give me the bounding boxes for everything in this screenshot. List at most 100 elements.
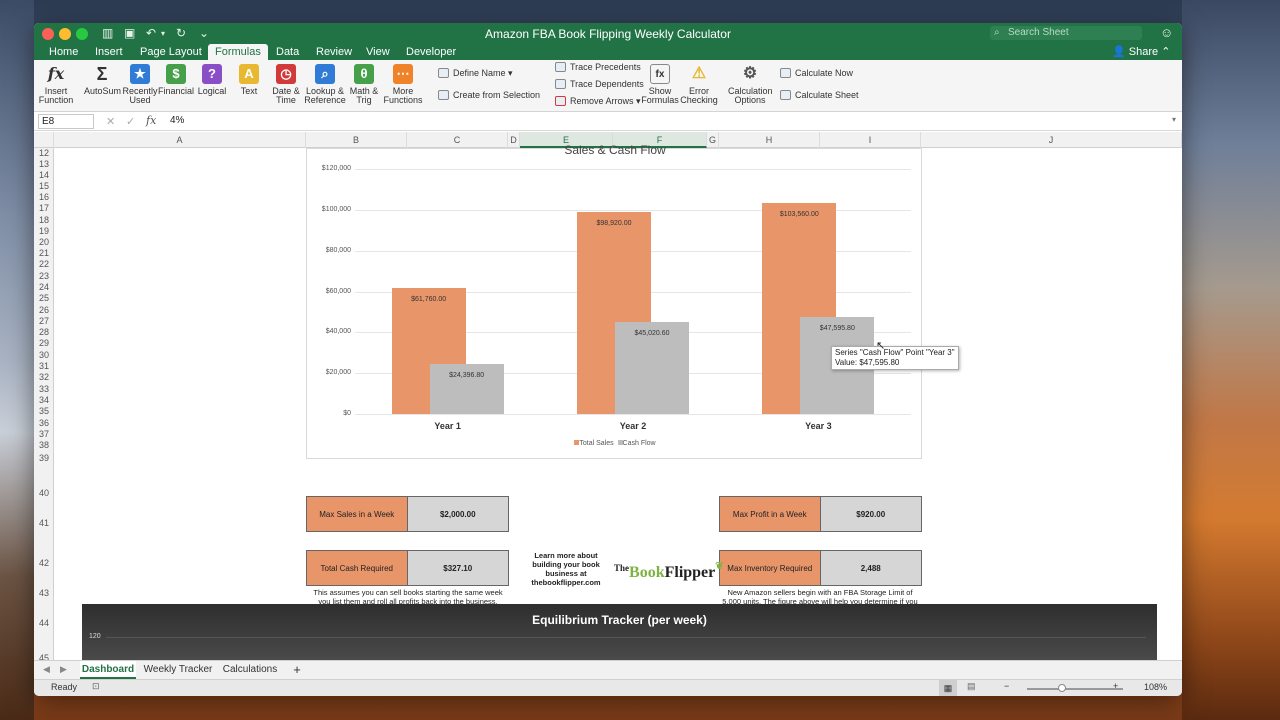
row-header-43[interactable]: 43	[34, 588, 54, 598]
page-layout-view-icon[interactable]: ▤	[967, 681, 976, 692]
text-button[interactable]: A Text	[232, 64, 266, 96]
trace-dependents-button[interactable]: Trace Dependents	[555, 79, 644, 90]
tab-review[interactable]: Review	[316, 44, 352, 60]
name-box[interactable]: E8	[38, 114, 94, 129]
row-header-14[interactable]: 14	[34, 170, 54, 180]
tab-weekly-tracker[interactable]: Weekly Tracker	[140, 661, 216, 679]
max-profit-value[interactable]: $920.00	[820, 497, 921, 531]
tab-developer[interactable]: Developer	[406, 44, 456, 60]
select-all-corner[interactable]	[34, 132, 54, 148]
column-a-header[interactable]: A	[54, 132, 306, 148]
total-cash-value[interactable]: $327.10	[407, 551, 508, 585]
define-name-button[interactable]: Define Name ▾	[438, 68, 513, 79]
row-header-41[interactable]: 41	[34, 518, 54, 528]
row-header-26[interactable]: 26	[34, 305, 54, 315]
trace-precedents-button[interactable]: Trace Precedents	[555, 62, 641, 73]
worksheet-grid[interactable]: Sales & Cash Flow $0 $20,000 $40,000 $60,00…	[54, 143, 1182, 660]
column-j-header[interactable]: J	[921, 132, 1182, 148]
row-header-44[interactable]: 44	[34, 618, 54, 628]
share-button[interactable]: 👤 Share ⌃	[1112, 45, 1170, 58]
row-header-39[interactable]: 39	[34, 453, 54, 463]
smiley-feedback-icon[interactable]: ☺	[1160, 25, 1173, 40]
zoom-slider-thumb[interactable]	[1058, 684, 1066, 692]
formula-input[interactable]: 4%	[170, 115, 184, 126]
create-from-selection-button[interactable]: Create from Selection	[438, 90, 540, 101]
insert-function-button[interactable]: fx Insert Function	[38, 64, 74, 105]
row-header-36[interactable]: 36	[34, 418, 54, 428]
row-header-13[interactable]: 13	[34, 159, 54, 169]
autosum-button[interactable]: Σ AutoSum	[84, 64, 121, 96]
max-sales-value[interactable]: $2,000.00	[407, 497, 508, 531]
zoom-in-button[interactable]: +	[1113, 681, 1118, 691]
row-header-28[interactable]: 28	[34, 327, 54, 337]
tab-home[interactable]: Home	[49, 44, 78, 60]
row-header-23[interactable]: 23	[34, 271, 54, 281]
show-formulas-button[interactable]: fx Show Formulas	[641, 64, 679, 105]
collapse-ribbon-icon[interactable]: ⌃	[1161, 46, 1170, 58]
row-header-17[interactable]: 17	[34, 203, 54, 213]
cancel-icon[interactable]: ✕	[106, 115, 115, 128]
zoom-slider[interactable]	[1027, 684, 1123, 692]
recently-used-button[interactable]: ★ Recently Used	[122, 64, 158, 105]
date-time-button[interactable]: ◷ Date & Time	[268, 64, 304, 105]
trace-precedents-icon	[555, 62, 566, 72]
enter-check-icon[interactable]: ✓	[126, 115, 135, 128]
row-header-19[interactable]: 19	[34, 226, 54, 236]
row-header-34[interactable]: 34	[34, 395, 54, 405]
previous-sheet-icon[interactable]: ◀	[43, 664, 50, 675]
zoom-level[interactable]: 108%	[1144, 682, 1167, 692]
tab-formulas[interactable]: Formulas	[208, 44, 268, 60]
tab-calculations[interactable]: Calculations	[220, 661, 280, 679]
row-header-21[interactable]: 21	[34, 248, 54, 258]
sales-cash-flow-chart[interactable]: Sales & Cash Flow $0 $20,000 $40,000 $60,00…	[306, 143, 959, 459]
row-header-24[interactable]: 24	[34, 282, 54, 292]
financial-button[interactable]: $ Financial	[158, 64, 194, 96]
more-functions-button[interactable]: ⋯ More Functions	[383, 64, 423, 105]
tab-data[interactable]: Data	[276, 44, 299, 60]
next-sheet-icon[interactable]: ▶	[60, 664, 67, 675]
error-checking-button[interactable]: ⚠ Error Checking	[679, 64, 719, 105]
tab-insert[interactable]: Insert	[95, 44, 123, 60]
row-header-42[interactable]: 42	[34, 558, 54, 568]
logical-button[interactable]: ? Logical	[194, 64, 230, 96]
calculation-options-button[interactable]: ⚙ Calculation Options	[728, 64, 773, 105]
macro-record-icon[interactable]: ⊡	[92, 681, 100, 692]
equilibrium-tracker-chart[interactable]: Equilibrium Tracker (per week) 120	[82, 604, 1157, 660]
row-header-22[interactable]: 22	[34, 259, 54, 269]
calculate-sheet-button[interactable]: Calculate Sheet	[780, 90, 859, 101]
title-bar: ▥ ▣ ↶ ▾ ↻ ⌄ Amazon FBA Book Flipping Wee…	[34, 23, 1182, 44]
financial-icon: $	[166, 64, 186, 84]
tab-view[interactable]: View	[366, 44, 390, 60]
row-header-27[interactable]: 27	[34, 316, 54, 326]
expand-formula-icon[interactable]: ▾	[1172, 115, 1176, 124]
max-inventory-value[interactable]: 2,488	[820, 551, 921, 585]
row-header-38[interactable]: 38	[34, 440, 54, 450]
row-header-15[interactable]: 15	[34, 181, 54, 191]
math-trig-button[interactable]: θ Math & Trig	[346, 64, 382, 105]
row-header-18[interactable]: 18	[34, 215, 54, 225]
row-header-35[interactable]: 35	[34, 406, 54, 416]
row-header-32[interactable]: 32	[34, 372, 54, 382]
formula-fx-icon[interactable]: fx	[146, 114, 156, 127]
normal-view-icon[interactable]: ▦	[939, 680, 957, 696]
remove-arrows-label: Remove Arrows	[570, 96, 634, 106]
tab-dashboard[interactable]: Dashboard	[80, 661, 136, 679]
row-header-33[interactable]: 33	[34, 384, 54, 394]
row-header-12[interactable]: 12	[34, 148, 54, 158]
add-sheet-button[interactable]: +	[288, 661, 306, 679]
row-header-29[interactable]: 29	[34, 338, 54, 348]
total-cash-kpi: Total Cash Required $327.10	[306, 550, 509, 586]
row-header-16[interactable]: 16	[34, 192, 54, 202]
row-header-40[interactable]: 40	[34, 488, 54, 498]
tab-page-layout[interactable]: Page Layout	[140, 44, 202, 60]
zoom-out-button[interactable]: −	[1004, 681, 1009, 691]
lookup-reference-button[interactable]: ⌕ Lookup & Reference	[304, 64, 346, 105]
calculate-now-button[interactable]: Calculate Now	[780, 68, 853, 79]
row-header-25[interactable]: 25	[34, 293, 54, 303]
row-header-37[interactable]: 37	[34, 429, 54, 439]
row-header-30[interactable]: 30	[34, 350, 54, 360]
row-header-20[interactable]: 20	[34, 237, 54, 247]
remove-arrows-button[interactable]: Remove Arrows ▾	[555, 96, 641, 107]
search-sheet-input[interactable]: ⌕ Search Sheet	[990, 26, 1142, 40]
row-header-31[interactable]: 31	[34, 361, 54, 371]
